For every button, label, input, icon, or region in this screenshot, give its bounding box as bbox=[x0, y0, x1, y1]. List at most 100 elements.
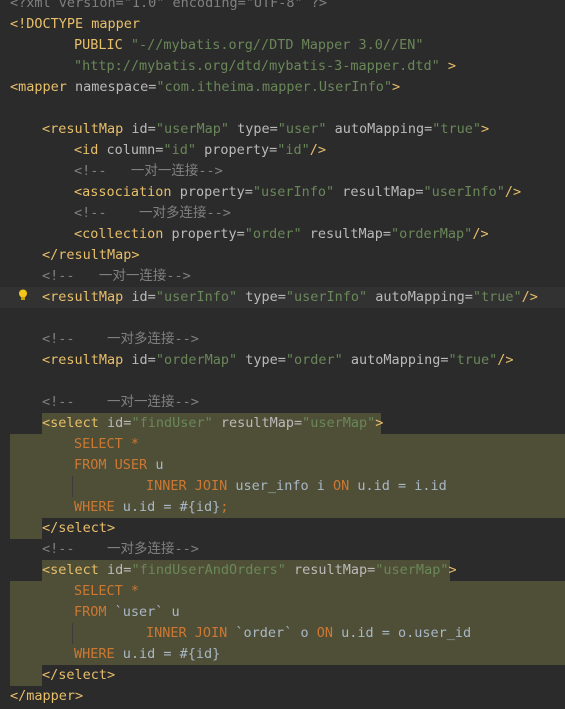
attr-name: id= bbox=[131, 289, 156, 305]
code-line[interactable]: <collection property="order" resultMap="… bbox=[74, 224, 565, 245]
code-line[interactable]: </resultMap> bbox=[42, 245, 565, 266]
attr-value: "userMap" bbox=[302, 415, 376, 431]
sql-star: * bbox=[130, 583, 140, 599]
code-line[interactable]: <resultMap id="userMap" type="user" auto… bbox=[42, 119, 565, 140]
code-line[interactable]: WHERE u.id = #{id}; bbox=[74, 497, 565, 518]
code-line[interactable]: <?xml version="1.0" encoding="UTF-8" ?> bbox=[10, 0, 565, 14]
code-line[interactable]: </select> bbox=[42, 665, 565, 686]
attr-name: type= bbox=[245, 289, 286, 305]
code-line[interactable]: <!-- 一对一连接--> bbox=[74, 161, 565, 182]
sql-keyword: INNER JOIN bbox=[146, 478, 228, 494]
sql-condition: u.id = i.id bbox=[357, 478, 447, 494]
attr-name: resultMap= bbox=[309, 226, 392, 242]
attr-value: "true" bbox=[472, 289, 522, 305]
resultmap-tag: <resultMap bbox=[42, 352, 124, 368]
sql-table: `order` o bbox=[235, 625, 309, 641]
sql-highlight-block-1-end bbox=[10, 518, 42, 539]
attr-name: id= bbox=[131, 352, 156, 368]
lightbulb-icon[interactable] bbox=[18, 289, 28, 301]
tag-end: > bbox=[392, 79, 401, 95]
attr-name: type= bbox=[245, 352, 286, 368]
code-line[interactable]: <resultMap id="orderMap" type="order" au… bbox=[42, 350, 565, 371]
mapper-open-tag: <mapper bbox=[10, 79, 67, 95]
attr-name: column= bbox=[106, 142, 164, 158]
attr-name: property= bbox=[179, 184, 253, 200]
code-line[interactable]: <select id="findUserAndOrders" resultMap… bbox=[42, 560, 565, 581]
code-line[interactable]: </select> bbox=[42, 518, 565, 539]
code-line[interactable]: FROM USER u bbox=[74, 455, 565, 476]
code-line[interactable]: "http://mybatis.org/dtd/mybatis-3-mapper… bbox=[74, 56, 565, 77]
comment: <!-- 一对一连接--> bbox=[42, 394, 199, 410]
code-line[interactable]: INNER JOIN user_info i ON u.id = i.id bbox=[146, 476, 565, 497]
tag-end: /> bbox=[309, 142, 327, 158]
attr-value: "orderMap" bbox=[391, 226, 473, 242]
code-line[interactable]: <!-- 一对一连接--> bbox=[42, 392, 565, 413]
sql-keyword: FROM bbox=[74, 457, 107, 473]
attr-name: property= bbox=[171, 226, 245, 242]
code-line[interactable]: INNER JOIN `order` o ON u.id = o.user_id bbox=[146, 623, 565, 644]
code-line[interactable]: <mapper namespace="com.itheima.mapper.Us… bbox=[10, 77, 565, 98]
attr-value: "userInfo" bbox=[252, 184, 335, 200]
code-line-current[interactable]: <resultMap id="userInfo" type="userInfo"… bbox=[0, 287, 565, 308]
doctype-system-id: "http://mybatis.org/dtd/mybatis-3-mapper… bbox=[74, 58, 440, 74]
tag-end: /> bbox=[504, 184, 522, 200]
sql-keyword: WHERE bbox=[74, 499, 115, 515]
resultmap-tag: <resultMap bbox=[42, 289, 124, 305]
attr-value: "findUserAndOrders" bbox=[131, 562, 286, 578]
attr-name: resultMap= bbox=[220, 415, 303, 431]
code-line[interactable]: SELECT * bbox=[74, 581, 565, 602]
code-line[interactable]: PUBLIC "-//mybatis.org//DTD Mapper 3.0//… bbox=[74, 35, 565, 56]
attr-value: "order" bbox=[244, 226, 302, 242]
attr-name: autoMapping= bbox=[334, 121, 433, 137]
code-line[interactable]: WHERE u.id = #{id} bbox=[74, 644, 565, 665]
attr-name: namespace= bbox=[75, 79, 157, 95]
code-line[interactable]: <!-- 一对多连接--> bbox=[74, 203, 565, 224]
attr-name: autoMapping= bbox=[375, 289, 473, 305]
resultmap-tag: <resultMap bbox=[42, 121, 124, 137]
sql-table: user_info i bbox=[235, 478, 325, 494]
comment: <!-- 一对多连接--> bbox=[74, 205, 231, 221]
attr-value: "userInfo" bbox=[285, 289, 368, 305]
code-line[interactable]: <!-- 一对一连接--> bbox=[42, 266, 565, 287]
doctype-open: <!DOCTYPE mapper bbox=[10, 16, 141, 32]
mapper-close-tag: </mapper> bbox=[10, 688, 84, 704]
comment: <!-- 一对一连接--> bbox=[74, 163, 223, 179]
id-tag: <id bbox=[74, 142, 99, 158]
comment: <!-- 一对一连接--> bbox=[42, 268, 191, 284]
tag-end: /> bbox=[521, 289, 538, 305]
sql-keyword: INNER JOIN bbox=[146, 625, 228, 641]
code-editor[interactable]: <?xml version="1.0" encoding="UTF-8" ?> … bbox=[0, 0, 565, 709]
select-tag: <select bbox=[42, 415, 99, 431]
attr-name: id= bbox=[107, 415, 132, 431]
code-line[interactable]: SELECT * bbox=[74, 434, 565, 455]
code-line[interactable]: <!-- 一对多连接--> bbox=[42, 329, 565, 350]
tag-end: > bbox=[448, 562, 457, 578]
attr-name: resultMap= bbox=[294, 562, 376, 578]
tag-end: /> bbox=[472, 226, 489, 242]
doctype-public-id: "-//mybatis.org//DTD Mapper 3.0//EN" bbox=[130, 37, 424, 53]
xml-prolog: <?xml version="1.0" encoding="UTF-8" ?> bbox=[10, 0, 327, 11]
tag-end: > bbox=[481, 121, 490, 137]
code-line[interactable]: <!DOCTYPE mapper bbox=[10, 14, 565, 35]
attr-value: "userInfo" bbox=[423, 184, 505, 200]
code-line[interactable]: <association property="userInfo" resultM… bbox=[74, 182, 565, 203]
code-line[interactable]: <id column="id" property="id"/> bbox=[74, 140, 565, 161]
indent-guide bbox=[72, 623, 73, 644]
tag-end: > bbox=[375, 415, 384, 431]
code-line[interactable]: <select id="findUser" resultMap="userMap… bbox=[42, 413, 565, 434]
select-close-tag: </select> bbox=[42, 520, 116, 536]
sql-keyword: SELECT bbox=[74, 436, 123, 452]
comment: <!-- 一对多连接--> bbox=[42, 541, 199, 557]
code-line[interactable]: </mapper> bbox=[10, 686, 565, 707]
indent-guide bbox=[72, 476, 73, 497]
code-line[interactable]: <!-- 一对多连接--> bbox=[42, 539, 565, 560]
tag-end: /> bbox=[497, 352, 514, 368]
code-line[interactable]: FROM `user` u bbox=[74, 602, 565, 623]
attr-value: "true" bbox=[432, 121, 481, 137]
attr-value: "orderMap" bbox=[155, 352, 238, 368]
sql-keyword: SELECT bbox=[74, 583, 123, 599]
sql-condition: u.id = #{id} bbox=[122, 499, 221, 515]
sql-semicolon: ; bbox=[220, 499, 229, 515]
resultmap-close-tag: </resultMap> bbox=[42, 247, 140, 263]
select-close-tag: </select> bbox=[42, 667, 116, 683]
